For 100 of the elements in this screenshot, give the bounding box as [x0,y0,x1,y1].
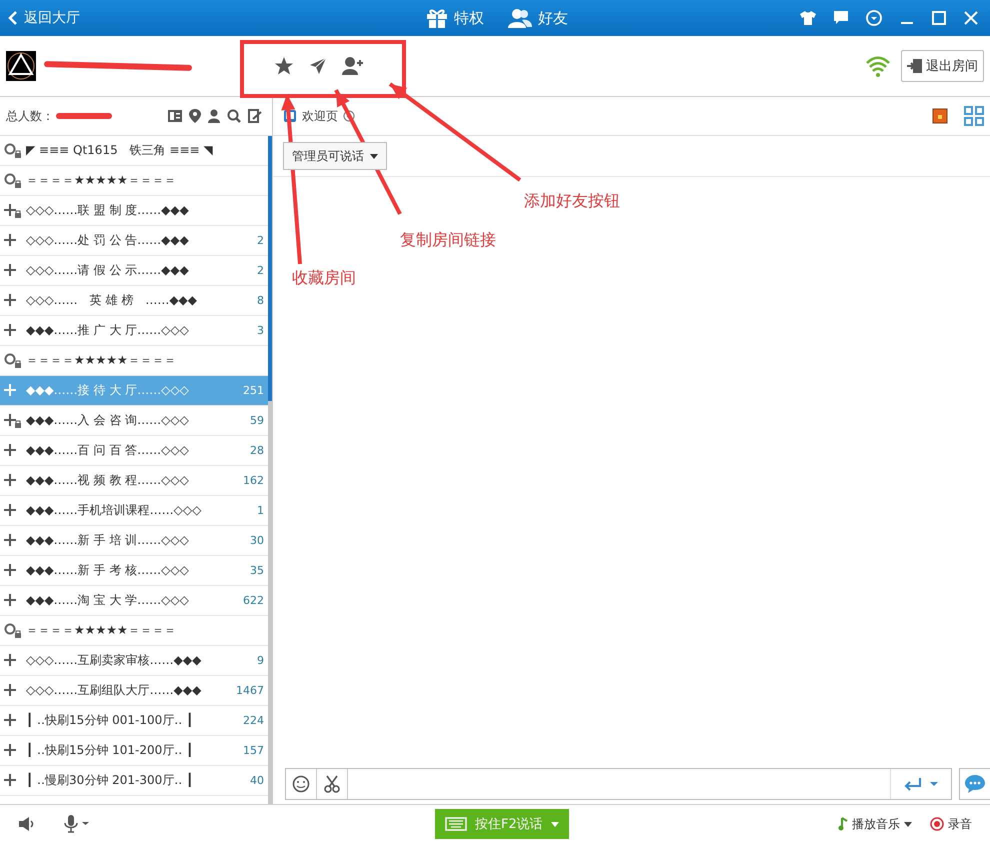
back-button[interactable]: 返回大厅 [0,9,88,27]
channel-item[interactable]: ◆◆◆……新 手 培 训……◇◇◇ 30 [0,526,268,556]
channel-name: ◇◇◇……互刷组队大厅……◆◆◆ [26,682,202,699]
chat-bubble-button[interactable] [959,768,990,800]
member-count: 162 [243,474,265,487]
member-count: 30 [250,534,265,547]
exit-room-button[interactable]: 退出房间 [901,50,984,82]
user-icon[interactable] [208,109,220,123]
member-count: 28 [250,444,265,457]
member-count: 157 [243,744,265,757]
channel-item[interactable]: ◆◆◆……淘 宝 大 学……◇◇◇ 622 [0,586,268,616]
annotation-label: 收藏房间 [292,268,356,289]
channel-name: ◇◇◇……处 罚 公 告……◆◆◆ [26,232,189,249]
channel-item[interactable]: ◇◇◇……互刷卖家审核……◆◆◆ 9 [0,646,268,676]
speak-mode-dropdown[interactable]: 管理员可说话 [283,142,387,170]
close-icon[interactable] [964,11,978,25]
channel-name: ◆◆◆……推 广 大 厅……◇◇◇ [26,322,189,339]
member-count: 59 [250,414,265,427]
channel-item[interactable]: ◆◆◆……手机培训课程……◇◇◇ 1 [0,496,268,526]
channel-item[interactable]: ◇◇◇…… 英 雄 榜 ……◆◆◆ 8 [0,286,268,316]
search-icon[interactable] [227,109,241,123]
grid-icon[interactable] [964,106,984,126]
channel-item[interactable]: ┃ ‥慢刷30分钟 201-300厅‥ ┃ 40 [0,766,268,796]
channel-name: ◆◆◆……新 手 培 训……◇◇◇ [26,532,189,549]
channel-name: ┃ ‥快刷15分钟 001-100厅‥ ┃ [26,712,194,729]
member-count: 224 [243,714,265,727]
channel-item[interactable]: ◤ ≡≡≡ Qt1615 铁三角 ≡≡≡ ◥ [0,136,268,166]
channel-name: ◆◆◆……接 待 大 厅……◇◇◇ [26,382,189,399]
music-note-icon [838,817,848,831]
channel-item[interactable]: ＝＝＝＝★★★★★＝＝＝＝ [0,166,268,196]
channel-item[interactable]: ◇◇◇……互刷组队大厅……◆◆◆ 1467 [0,676,268,706]
maximize-icon[interactable] [932,11,946,25]
member-count: 35 [250,564,265,577]
member-count: 3 [257,324,265,337]
channel-item[interactable]: ◆◆◆……新 手 考 核……◇◇◇ 35 [0,556,268,586]
channel-item[interactable]: ◆◆◆……百 问 百 答……◇◇◇ 28 [0,436,268,466]
exit-icon [907,58,923,74]
channel-item[interactable]: ◆◆◆……推 广 大 厅……◇◇◇ 3 [0,316,268,346]
friends-button[interactable]: 好友 [508,8,568,28]
keyboard-icon [445,817,467,831]
record-button[interactable]: 录音 [930,816,972,832]
card-icon[interactable] [168,109,182,123]
calendar-icon[interactable] [932,108,948,124]
dropdown-circle-icon[interactable] [866,10,882,26]
add-friend-icon[interactable] [342,56,364,76]
caret-icon [370,154,378,158]
channel-name: ◆◆◆……新 手 考 核……◇◇◇ [26,562,189,579]
play-music-button[interactable]: 播放音乐 [838,816,912,832]
channel-name: ＝＝＝＝★★★★★＝＝＝＝ [26,172,176,189]
star-icon[interactable] [274,56,294,76]
member-count: 40 [250,774,265,787]
channel-name: ◇◇◇……请 假 公 示……◆◆◆ [26,262,189,279]
channel-name: ◆◆◆……淘 宝 大 学……◇◇◇ [26,592,189,609]
location-pin-icon[interactable] [189,109,201,123]
channel-name: ◇◇◇……互刷卖家审核……◆◆◆ [26,652,202,669]
member-count: 1467 [236,684,265,697]
channel-name: ◇◇◇…… 英 雄 榜 ……◆◆◆ [26,292,197,309]
record-icon [930,817,944,831]
caret-icon [550,822,559,826]
wifi-icon [865,55,891,77]
chevron-left-icon [8,11,18,25]
plus-icon[interactable] [4,412,22,428]
channel-name: ┃ ‥快刷15分钟 101-200厅‥ ┃ [26,742,194,759]
plus-icon[interactable] [4,202,22,218]
enter-icon [904,776,938,792]
annotation-label: 复制房间链接 [400,230,496,251]
room-logo [6,51,36,81]
download-icon [343,110,355,122]
channel-name: ＝＝＝＝★★★★★＝＝＝＝ [26,622,176,639]
channel-name: ┃ ‥慢刷30分钟 201-300厅‥ ┃ [26,772,194,789]
channel-name: ◇◇◇……联 盟 制 度……◆◆◆ [26,202,189,219]
redaction-mark [56,113,112,119]
channel-item[interactable]: ◆◆◆……视 频 教 程……◇◇◇ 162 [0,466,268,496]
channel-name: ◆◆◆……入 会 咨 询……◇◇◇ [26,412,189,429]
caret-icon [904,822,912,826]
people-icon [508,8,532,28]
channel-name: ＝＝＝＝★★★★★＝＝＝＝ [26,352,176,369]
edit-icon[interactable] [248,109,262,123]
microphone-icon[interactable] [64,815,90,833]
speaker-icon[interactable] [18,816,36,832]
channel-item[interactable]: ┃ ‥快刷15分钟 001-100厅‥ ┃ 224 [0,706,268,736]
channel-item[interactable]: ◇◇◇……联 盟 制 度……◆◆◆ [0,196,268,226]
chat-icon[interactable] [834,11,848,25]
annotation-label: 添加好友按钮 [524,191,620,212]
channel-name: ◆◆◆……手机培训课程……◇◇◇ [26,502,202,519]
channel-item[interactable]: ┃ ‥快刷15分钟 101-200厅‥ ┃ 157 [0,736,268,766]
smiley-icon [292,775,310,793]
shirt-icon[interactable] [800,11,816,25]
channel-item[interactable]: ＝＝＝＝★★★★★＝＝＝＝ [0,616,268,646]
privilege-button[interactable]: 特权 [426,8,484,28]
scissors-icon [323,775,341,793]
welcome-tab[interactable]: 欢迎页 [283,108,355,124]
channel-name: ◆◆◆……视 频 教 程……◇◇◇ [26,472,189,489]
channel-item[interactable]: ◆◆◆……入 会 咨 询……◇◇◇ 59 [0,406,268,436]
channel-item[interactable]: ◇◇◇……请 假 公 示……◆◆◆ 2 [0,256,268,286]
chat-bubble-icon [964,774,986,794]
member-count: 8 [257,294,265,307]
channel-item[interactable]: ◇◇◇……处 罚 公 告……◆◆◆ 2 [0,226,268,256]
gift-icon [426,8,448,28]
member-count: 1 [257,504,265,517]
